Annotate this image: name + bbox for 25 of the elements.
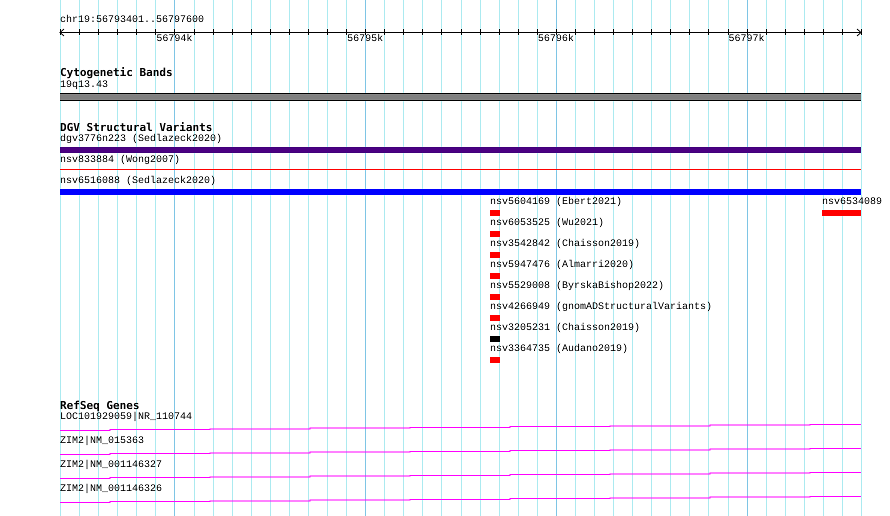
feature-label: nsv3205231 (Chaisson2019) bbox=[490, 323, 640, 335]
feature-label: nsv833884 (Wong2007) bbox=[60, 155, 180, 167]
feature-label: nsv5604169 (Ebert2021) bbox=[490, 197, 622, 209]
ruler-tick-label: 56794k bbox=[156, 34, 192, 46]
feature-label: ZIM2|NM_001146326 bbox=[60, 484, 162, 496]
feature-label: nsv6534089 bbox=[822, 197, 882, 209]
track-title: DGV Structural Variants bbox=[60, 122, 212, 134]
feature-label: nsv6516088 (Sedlazeck2020) bbox=[60, 176, 216, 188]
feature-label: LOC101929059|NR_110744 bbox=[60, 412, 192, 424]
ruler-tick-label: 56797k bbox=[728, 34, 765, 46]
feature-label: nsv5947476 (Almarri2020) bbox=[490, 260, 634, 272]
ruler-tick-label: 56795k bbox=[347, 34, 384, 46]
feature-label: nsv3542842 (Chaisson2019) bbox=[490, 239, 640, 251]
feature-label: nsv3364735 (Audano2019) bbox=[490, 344, 628, 356]
feature-label: nsv6053525 (Wu2021) bbox=[490, 218, 604, 230]
track-title: RefSeq Genes bbox=[60, 400, 140, 412]
feature-label: 19q13.43 bbox=[60, 80, 108, 92]
feature-label: ZIM2|NM_001146327 bbox=[60, 460, 162, 472]
feature-label: dgv3776n223 (Sedlazeck2020) bbox=[60, 134, 222, 146]
track-title: Cytogenetic Bands bbox=[60, 67, 173, 79]
feature-label: nsv4266949 (gnomADStructuralVariants) bbox=[490, 302, 712, 314]
feature-label: ZIM2|NM_015363 bbox=[60, 436, 144, 448]
ruler-tick-label: 56796k bbox=[538, 34, 574, 46]
feature-label: nsv5529008 (ByrskaBishop2022) bbox=[490, 281, 664, 293]
location-label: chr19:56793401..56797600 bbox=[60, 15, 204, 27]
